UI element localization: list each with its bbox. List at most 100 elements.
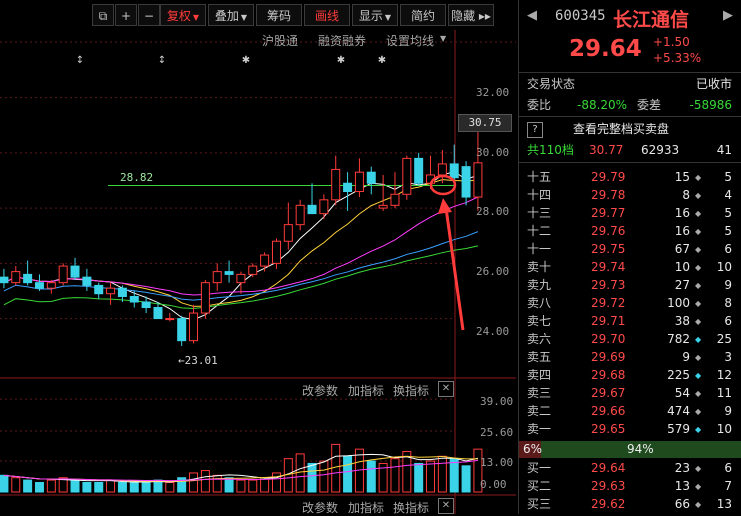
volume-bar — [248, 479, 258, 493]
annotation-arrow-head — [438, 198, 452, 214]
volume-tick: 13.00 — [480, 456, 514, 469]
current-price: 29.64 — [569, 36, 642, 62]
bid-row[interactable]: 买一 29.64 23 ◆ 6 — [519, 459, 741, 477]
ask-row[interactable]: 十二 29.76 16 ◆ 5 — [519, 222, 741, 240]
candle-body — [106, 287, 116, 295]
volume-tick: 0.00 — [480, 478, 507, 491]
diamond-icon: ◆ — [695, 464, 702, 473]
dropdown-arrow-icon: ▼ — [384, 13, 392, 22]
chips-button[interactable]: 筹码 — [256, 4, 302, 26]
bid-volume: 13 — [674, 479, 690, 493]
ask-level: 十五 — [527, 170, 552, 184]
change-params-button[interactable]: 改参数 — [302, 382, 338, 399]
candle-body — [283, 224, 293, 242]
volume-bar — [426, 460, 436, 493]
full-book-row[interactable]: ? 查看完整档买卖盘 — [519, 120, 741, 138]
bid-count: 7 — [724, 479, 732, 493]
volume-bar — [34, 481, 44, 493]
simple-button[interactable]: 简约 — [400, 4, 446, 26]
ask-price: 29.70 — [591, 332, 626, 346]
change-params-button[interactable]: 改参数 — [302, 499, 338, 516]
volume-bar — [129, 481, 139, 493]
ask-row[interactable]: 卖八 29.72 100 ◆ 8 — [519, 294, 741, 312]
zoom-out-button[interactable]: − — [138, 4, 160, 26]
add-indicator-button[interactable]: 加指标 — [348, 499, 384, 516]
ask-price: 29.72 — [591, 296, 626, 310]
ask-count: 6 — [724, 242, 732, 256]
ask-count: 5 — [724, 170, 732, 184]
ask-price: 29.67 — [591, 386, 626, 400]
ask-row[interactable]: 卖二 29.66 474 ◆ 9 — [519, 402, 741, 420]
draw-line-button[interactable]: 画线 — [304, 4, 350, 26]
volume-bar — [437, 455, 447, 493]
volume-bar — [82, 481, 92, 493]
bid-row[interactable]: 买二 29.63 13 ◆ 7 — [519, 477, 741, 495]
event-marker-icon: ✱ — [337, 55, 345, 66]
ask-row[interactable]: 十三 29.77 16 ◆ 5 — [519, 204, 741, 222]
ask-row[interactable]: 卖三 29.67 54 ◆ 11 — [519, 384, 741, 402]
ratio-bar: 6% 94% — [519, 441, 741, 458]
prev-stock-icon[interactable]: ◀ — [527, 8, 537, 23]
volume-bar — [212, 474, 222, 493]
ask-row[interactable]: 卖一 29.65 579 ◆ 10 — [519, 420, 741, 438]
ask-count: 5 — [724, 206, 732, 220]
dropdown-arrow-icon: ▼ — [240, 13, 248, 22]
ask-row[interactable]: 卖六 29.70 782 ◆ 25 — [519, 330, 741, 348]
ask-volume: 67 — [674, 242, 690, 256]
volume-bar — [165, 481, 175, 493]
candle-body — [437, 163, 447, 176]
candle-body — [473, 162, 483, 198]
diamond-icon: ◆ — [695, 335, 702, 344]
diamond-icon: ◆ — [695, 317, 702, 326]
ask-volume: 16 — [674, 224, 690, 238]
price-tick: 28.00 — [476, 205, 510, 218]
bid-level: 买一 — [527, 461, 552, 475]
diamond-icon: ◆ — [695, 425, 702, 434]
ask-price: 29.69 — [591, 350, 626, 364]
close-icon[interactable]: ✕ — [438, 498, 454, 514]
ask-row[interactable]: 卖五 29.69 9 ◆ 3 — [519, 348, 741, 366]
ask-row[interactable]: 卖十 29.74 10 ◆ 10 — [519, 258, 741, 276]
adjust-button[interactable]: 复权 ▼ — [160, 4, 206, 26]
ask-price: 29.73 — [591, 278, 626, 292]
volume-bar — [46, 479, 56, 493]
ask-volume: 100 — [667, 296, 690, 310]
candle-body — [354, 171, 364, 193]
volume-bar — [200, 470, 210, 493]
help-icon[interactable]: ? — [527, 122, 543, 138]
switch-indicator-button[interactable]: 换指标 — [393, 382, 429, 399]
volume-bar — [390, 458, 400, 493]
window-icon[interactable]: ⧉ — [92, 4, 114, 26]
ask-count: 6 — [724, 314, 732, 328]
ask-count: 8 — [724, 296, 732, 310]
add-indicator-button[interactable]: 加指标 — [348, 382, 384, 399]
kline-chart[interactable]: 沪股通 融资融券 设置均线 ▼ ↕ ↕ ✱ ✱ ✱ 32.00 30.00 28.00 … — [0, 30, 516, 516]
candle-body — [307, 204, 317, 215]
hide-button[interactable]: 隐藏 ▸▸ — [448, 4, 494, 26]
next-stock-icon[interactable]: ▶ — [723, 8, 733, 23]
candle-body — [94, 284, 104, 295]
ask-level: 卖四 — [527, 368, 552, 382]
ask-row[interactable]: 十四 29.78 8 ◆ 4 — [519, 186, 741, 204]
display-button[interactable]: 显示 ▼ — [352, 4, 398, 26]
bid-volume: 66 — [674, 497, 690, 511]
ask-row[interactable]: 卖九 29.73 27 ◆ 9 — [519, 276, 741, 294]
overlay-button[interactable]: 叠加 ▼ — [208, 4, 254, 26]
ask-count: 3 — [724, 350, 732, 364]
ask-row[interactable]: 十一 29.75 67 ◆ 6 — [519, 240, 741, 258]
ask-count: 9 — [724, 404, 732, 418]
candle-body — [248, 265, 258, 275]
ask-row[interactable]: 十五 29.79 15 ◆ 5 — [519, 168, 741, 186]
ask-row[interactable]: 卖四 29.68 225 ◆ 12 — [519, 366, 741, 384]
zoom-in-button[interactable]: + — [115, 4, 137, 26]
candle-body — [390, 193, 400, 206]
diamond-icon: ◆ — [695, 227, 702, 236]
full-book-link[interactable]: 查看完整档买卖盘 — [573, 120, 669, 138]
volume-tick: 25.60 — [480, 426, 514, 439]
close-icon[interactable]: ✕ — [438, 381, 454, 397]
switch-indicator-button[interactable]: 换指标 — [393, 499, 429, 516]
bid-row[interactable]: 买三 29.62 66 ◆ 13 — [519, 495, 741, 513]
ask-row[interactable]: 卖七 29.71 38 ◆ 6 — [519, 312, 741, 330]
ask-level: 卖六 — [527, 332, 552, 346]
volume-bar — [141, 481, 151, 493]
